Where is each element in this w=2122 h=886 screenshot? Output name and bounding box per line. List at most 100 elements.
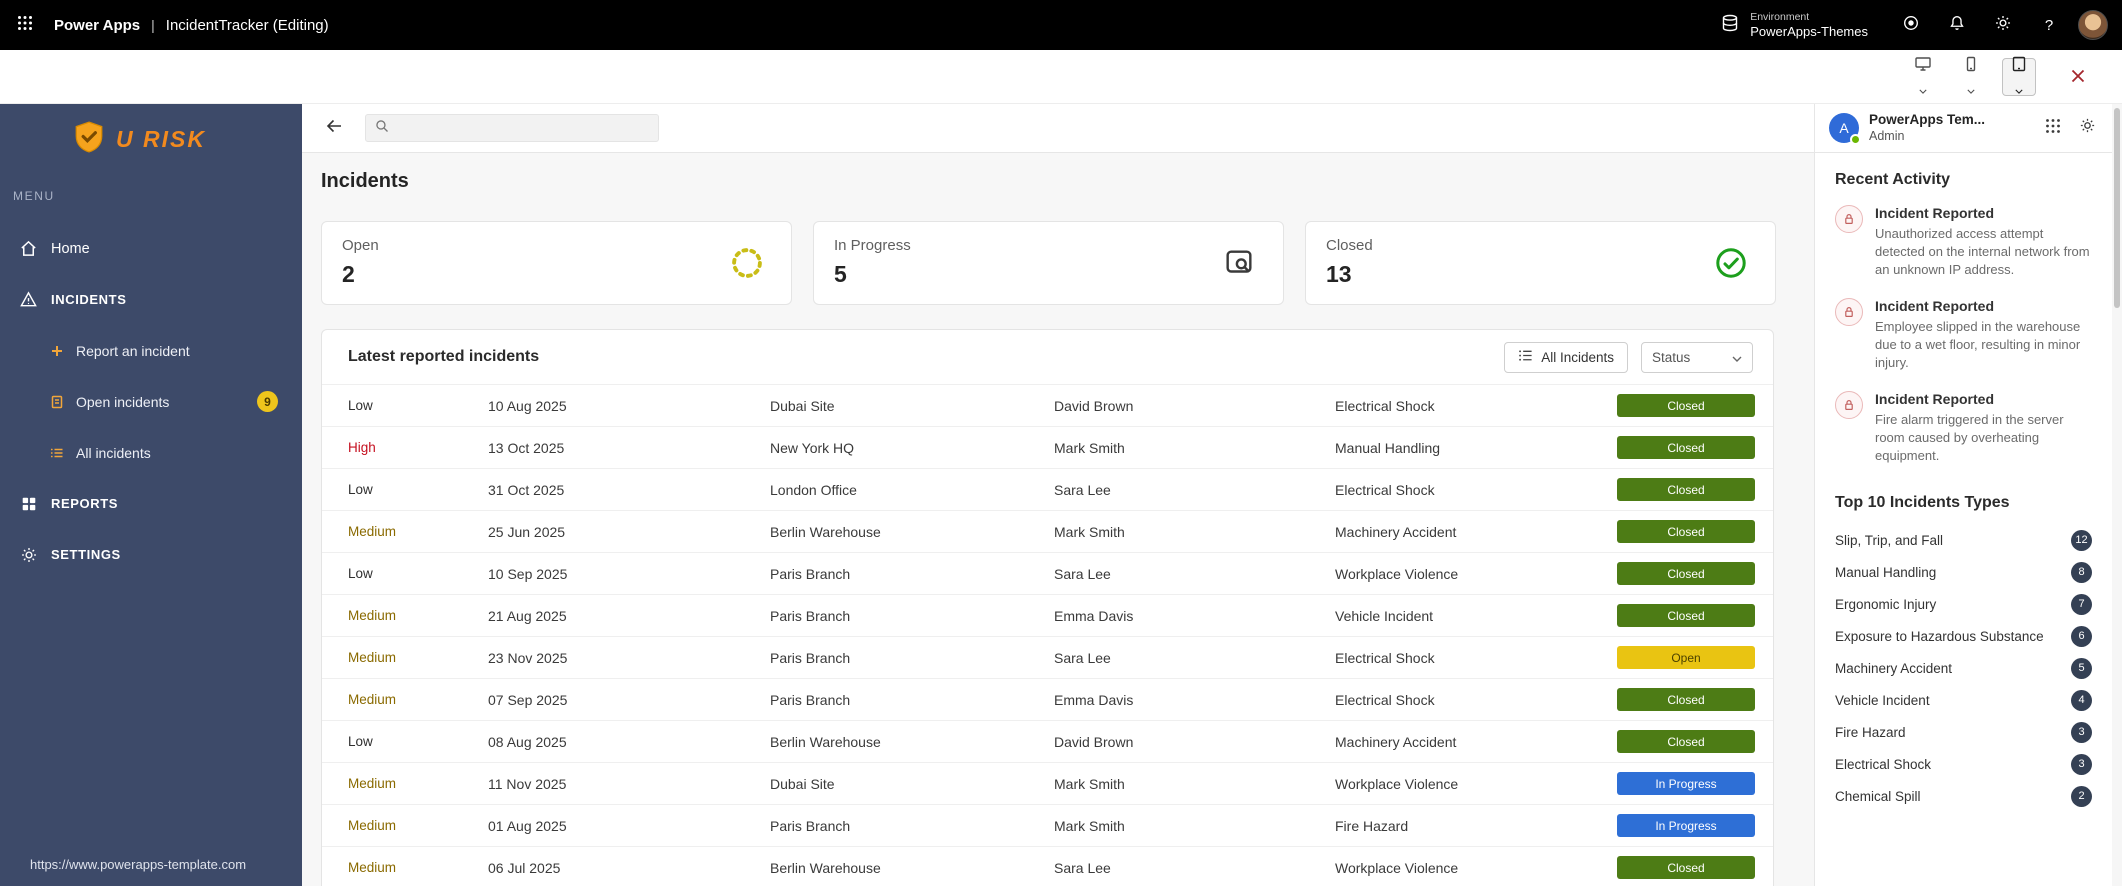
table-row[interactable]: Medium 01 Aug 2025 Paris Branch Mark Smi… bbox=[322, 804, 1773, 846]
status-badge: Closed bbox=[1617, 856, 1755, 879]
gear-icon bbox=[2079, 117, 2096, 139]
app-launcher-button[interactable] bbox=[0, 0, 50, 50]
date-cell: 10 Aug 2025 bbox=[488, 397, 567, 414]
table-row[interactable]: Medium 25 Jun 2025 Berlin Warehouse Mark… bbox=[322, 510, 1773, 552]
avatar-initial: A bbox=[1839, 120, 1849, 136]
status-dropdown[interactable]: Status bbox=[1641, 341, 1753, 373]
person-cell: David Brown bbox=[1054, 733, 1134, 750]
sidebar-item-label: INCIDENTS bbox=[51, 292, 127, 307]
incident-type-cell: Electrical Shock bbox=[1335, 397, 1435, 414]
person-cell: Mark Smith bbox=[1054, 439, 1125, 456]
table-row[interactable]: Low 31 Oct 2025 London Office Sara Lee E… bbox=[322, 468, 1773, 510]
date-cell: 13 Oct 2025 bbox=[488, 439, 565, 456]
scrollbar-thumb[interactable] bbox=[2114, 108, 2120, 308]
table-row[interactable]: Low 10 Sep 2025 Paris Branch Sara Lee Wo… bbox=[322, 552, 1773, 594]
activity-text: Incident Reported Fire alarm triggered i… bbox=[1875, 391, 2092, 465]
menu-section-label: MENU bbox=[13, 189, 55, 203]
activity-title: Incident Reported bbox=[1875, 390, 1995, 407]
logo-text: U RISK bbox=[116, 126, 206, 152]
table-row[interactable]: Low 08 Aug 2025 Berlin Warehouse David B… bbox=[322, 720, 1773, 762]
top-incident-row: Machinery Accident 5 bbox=[1835, 652, 2092, 684]
table-row[interactable]: Medium 11 Nov 2025 Dubai Site Mark Smith… bbox=[322, 762, 1773, 804]
incident-type-cell: Workplace Violence bbox=[1335, 859, 1459, 876]
footer-url-link[interactable]: https://www.powerapps-template.com bbox=[30, 857, 246, 872]
latest-incidents-card: Latest reported incidents All Incidents … bbox=[321, 329, 1774, 886]
table-row[interactable]: Medium 07 Sep 2025 Paris Branch Emma Dav… bbox=[322, 678, 1773, 720]
status-badge: Closed bbox=[1617, 604, 1755, 627]
severity-cell: Low bbox=[348, 734, 373, 749]
sidebar-item-all-incidents[interactable]: All incidents bbox=[0, 427, 302, 478]
sidebar-item-home[interactable]: Home bbox=[0, 223, 302, 274]
grid-icon bbox=[19, 494, 38, 513]
date-cell: 21 Aug 2025 bbox=[488, 607, 567, 624]
activity-item[interactable]: Incident Reported Unauthorized access at… bbox=[1835, 205, 2092, 279]
status-badge: Closed bbox=[1617, 520, 1755, 543]
user-avatar[interactable] bbox=[2078, 10, 2108, 40]
list-icon bbox=[49, 445, 64, 460]
close-preview-button[interactable] bbox=[2063, 63, 2093, 93]
environment-label: Environment bbox=[1750, 10, 1810, 23]
incident-type-cell: Electrical Shock bbox=[1335, 481, 1435, 498]
table-row[interactable]: Low 10 Aug 2025 Dubai Site David Brown E… bbox=[322, 384, 1773, 426]
chevron-down-icon bbox=[1919, 81, 1927, 99]
top-incident-label: Manual Handling bbox=[1835, 564, 1937, 580]
arrow-left-icon bbox=[324, 116, 344, 141]
top-incident-row: Ergonomic Injury 7 bbox=[1835, 588, 2092, 620]
notifications-button[interactable] bbox=[1934, 0, 1980, 50]
copilot-button[interactable] bbox=[1888, 0, 1934, 50]
profile-name: PowerApps Tem... bbox=[1869, 111, 1986, 127]
top-incident-count-badge: 5 bbox=[2071, 657, 2092, 679]
activity-description: Unauthorized access attempt detected on … bbox=[1875, 226, 2090, 277]
top-incident-label: Slip, Trip, and Fall bbox=[1835, 532, 1944, 548]
table-row[interactable]: Medium 06 Jul 2025 Berlin Warehouse Sara… bbox=[322, 846, 1773, 886]
all-incidents-filter-button[interactable]: All Incidents bbox=[1504, 341, 1628, 373]
sidebar-item-reports[interactable]: REPORTS bbox=[0, 478, 302, 529]
profile-avatar[interactable]: A bbox=[1829, 113, 1861, 145]
status-badge: Closed bbox=[1617, 562, 1755, 585]
activity-text: Incident Reported Employee slipped in th… bbox=[1875, 298, 2092, 372]
app-header-bar bbox=[302, 104, 1814, 153]
incident-type-cell: Machinery Accident bbox=[1335, 523, 1457, 540]
top-incident-row: Electrical Shock 3 bbox=[1835, 748, 2092, 780]
panel-settings-button[interactable] bbox=[2070, 111, 2104, 145]
desktop-preview-button[interactable] bbox=[1906, 57, 1940, 99]
plus-icon bbox=[49, 343, 64, 358]
vertical-scrollbar bbox=[2112, 104, 2122, 886]
stat-value: 13 bbox=[1326, 261, 1352, 287]
table-row[interactable]: Medium 21 Aug 2025 Paris Branch Emma Dav… bbox=[322, 594, 1773, 636]
sidebar-item-incidents[interactable]: INCIDENTS bbox=[0, 274, 302, 325]
date-cell: 31 Oct 2025 bbox=[488, 481, 565, 498]
activity-description: Fire alarm triggered in the server room … bbox=[1875, 411, 2064, 463]
environment-picker[interactable]: Environment PowerApps-Themes bbox=[1700, 0, 1888, 50]
severity-cell: Medium bbox=[348, 650, 397, 665]
table-row[interactable]: Medium 23 Nov 2025 Paris Branch Sara Lee… bbox=[322, 636, 1773, 678]
back-button[interactable] bbox=[320, 114, 348, 142]
right-panel: A PowerApps Tem... Admin Recent Activity… bbox=[1814, 104, 2112, 886]
search-input[interactable] bbox=[397, 120, 649, 136]
top-incident-row: Fire Hazard 3 bbox=[1835, 716, 2092, 748]
incident-type-cell: Vehicle Incident bbox=[1335, 607, 1434, 624]
incident-type-cell: Fire Hazard bbox=[1335, 817, 1409, 834]
table-row[interactable]: High 13 Oct 2025 New York HQ Mark Smith … bbox=[322, 426, 1773, 468]
settings-button[interactable] bbox=[1980, 0, 2026, 50]
top-incident-count-badge: 3 bbox=[2071, 721, 2092, 743]
phone-preview-button[interactable] bbox=[1954, 56, 1988, 96]
sidebar-item-label: Report an incident bbox=[76, 342, 190, 359]
app-name[interactable]: Power Apps bbox=[54, 17, 140, 34]
status-badge: Closed bbox=[1617, 436, 1755, 459]
top-incident-row: Slip, Trip, and Fall 12 bbox=[1835, 524, 2092, 556]
sidebar-item-report-incident[interactable]: Report an incident bbox=[0, 325, 302, 376]
top-incident-label: Vehicle Incident bbox=[1835, 692, 1930, 708]
sidebar-item-settings[interactable]: SETTINGS bbox=[0, 529, 302, 580]
incident-type-cell: Workplace Violence bbox=[1335, 775, 1459, 792]
person-cell: Sara Lee bbox=[1054, 859, 1111, 876]
topbar-actions: Environment PowerApps-Themes ? bbox=[1700, 0, 2122, 50]
environment-text: Environment PowerApps-Themes bbox=[1750, 11, 1868, 39]
help-button[interactable]: ? bbox=[2026, 0, 2072, 50]
apps-grid-button[interactable] bbox=[2036, 111, 2070, 145]
tablet-preview-button[interactable] bbox=[2002, 56, 2036, 96]
activity-item[interactable]: Incident Reported Employee slipped in th… bbox=[1835, 297, 2092, 372]
severity-cell: Low bbox=[348, 398, 373, 413]
activity-item[interactable]: Incident Reported Fire alarm triggered i… bbox=[1835, 390, 2092, 465]
sidebar-item-open-incidents[interactable]: Open incidents 9 bbox=[0, 376, 302, 427]
